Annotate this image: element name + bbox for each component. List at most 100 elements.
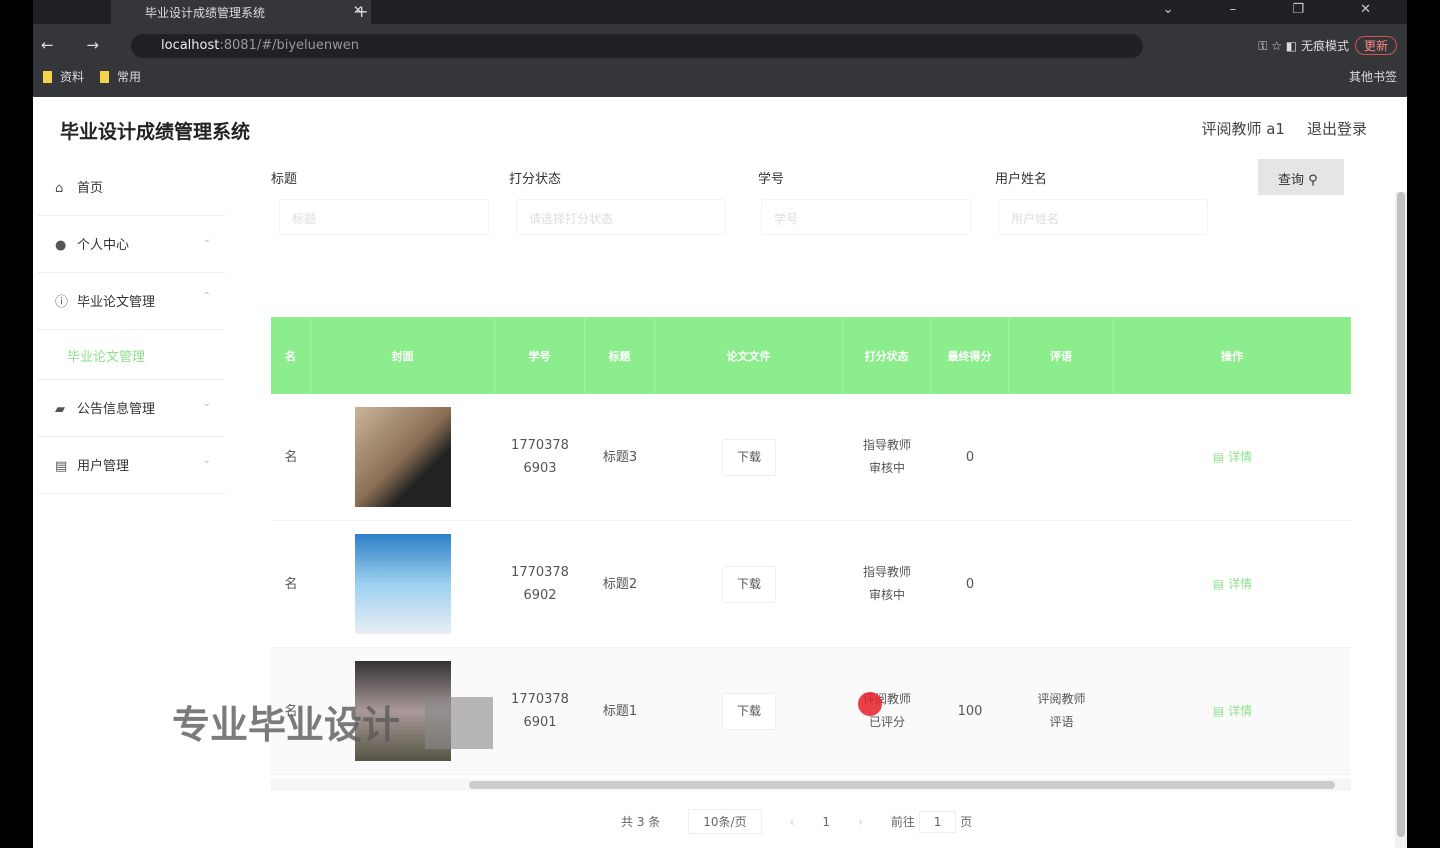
info-icon: ⓘ <box>55 295 69 310</box>
sidebar-item-thesis[interactable]: ⓘ 毕业论文管理 ⌃ <box>37 273 225 330</box>
column-header: 评语 <box>1009 317 1114 394</box>
chevron-up-icon: ⌃ <box>202 291 211 302</box>
user-label: 评阅教师 a1 <box>1201 120 1285 138</box>
status-select[interactable]: 请选择打分状态 <box>516 199 726 235</box>
message-icon: ▰ <box>55 402 65 417</box>
search-icon: ⚲ <box>1308 173 1318 188</box>
table-cell: 17703786901 <box>495 648 585 774</box>
table-cell: 下载 <box>655 648 843 774</box>
address-bar[interactable]: localhost:8081/#/biyeluenwen <box>131 34 1143 58</box>
table-cell: 下载 <box>655 521 843 647</box>
detail-button[interactable]: ▤ 详情 <box>1213 573 1252 596</box>
filter-label: 标题 <box>271 172 298 187</box>
sidebar-item-home[interactable]: ⌂ 首页 <box>37 159 225 216</box>
table-cell: 评阅教师评语 <box>1009 648 1114 774</box>
sidebar: ⌂ 首页 ● 个人中心 ⌄ ⓘ 毕业论文管理 ⌃ 毕业论文管理 ▰ 公告信息管理 ⌄ ▤ 用户管… <box>33 159 233 494</box>
query-button[interactable]: 查询 ⚲ <box>1258 159 1344 195</box>
table-cell: 17703786902 <box>495 521 585 647</box>
detail-button[interactable]: ▤ 详情 <box>1213 446 1252 469</box>
student-id: 17703786901 <box>511 692 569 730</box>
table-cell: 评阅教师已评分 <box>843 648 931 774</box>
window-controls[interactable]: ⌄ – ❐ ✕ <box>1163 2 1397 17</box>
title-input[interactable]: 标题 <box>279 199 489 235</box>
home-icon: ⌂ <box>55 181 64 196</box>
column-header: 名 <box>271 317 311 394</box>
detail-label: 详情 <box>1228 703 1253 718</box>
table-cell <box>311 521 495 647</box>
status-cell: 指导教师审核中 <box>862 565 911 602</box>
tab-title: 毕业设计成绩管理系统 <box>145 6 266 20</box>
other-bookmarks[interactable]: 其他书签 <box>1349 68 1397 85</box>
table-cell <box>311 394 495 520</box>
label: 公告信息管理 <box>77 402 156 417</box>
table-cell: 标题3 <box>585 394 655 520</box>
cursor-indicator <box>858 692 882 716</box>
score-cell: 100 <box>957 703 983 719</box>
table-cell: 0 <box>931 394 1009 520</box>
watermark: 专业毕业设计 <box>172 703 401 747</box>
goto-label: 前往 <box>890 815 915 829</box>
doc-icon: ▤ <box>55 459 68 474</box>
prev-page-icon[interactable]: ‹ <box>790 815 795 829</box>
sidebar-item-notice[interactable]: ▰ 公告信息管理 ⌄ <box>37 380 225 437</box>
sidebar-item-profile[interactable]: ● 个人中心 ⌄ <box>37 216 225 273</box>
column-header: 论文文件 <box>655 317 843 394</box>
sidebar-subitem-thesis[interactable]: 毕业论文管理 <box>37 330 225 380</box>
table-cell: ▤ 详情 <box>1114 521 1351 647</box>
browser-tab[interactable]: 毕业设计成绩管理系统 ✕ <box>111 0 371 24</box>
table-cell <box>1009 521 1114 647</box>
chevron-down-icon: ⌄ <box>202 398 211 409</box>
table-cell: 名 <box>271 521 311 647</box>
bookmark[interactable]: 资料 <box>43 70 84 84</box>
detail-button[interactable]: ▤ 详情 <box>1213 700 1252 723</box>
chevron-down-icon: ⌄ <box>202 234 211 245</box>
column-header: 学号 <box>495 317 585 394</box>
score-cell: 0 <box>965 576 975 592</box>
pagination: 共 3 条 10条/页 ‹ 1 › 前往 1 页 <box>621 809 972 834</box>
label: 用户管理 <box>77 459 130 474</box>
table-cell: 指导教师审核中 <box>843 394 931 520</box>
table-cell: 标题1 <box>585 648 655 774</box>
table-row: 名 17703786903 标题3 下载 指导教师审核中 0 ▤ 详情 <box>271 394 1351 521</box>
table-cell: 标题2 <box>585 521 655 647</box>
download-button[interactable]: 下载 <box>721 438 776 476</box>
student-id-input[interactable]: 学号 <box>761 199 971 235</box>
query-label: 查询 <box>1278 173 1305 188</box>
goto-input[interactable]: 1 <box>918 811 957 833</box>
title-cell: 标题1 <box>602 703 638 719</box>
total-count: 共 3 条 <box>621 815 661 829</box>
next-page-icon[interactable]: › <box>858 815 863 829</box>
logout-button[interactable]: 退出登录 <box>1307 120 1367 138</box>
page-size-select[interactable]: 10条/页 <box>688 809 762 834</box>
update-button[interactable]: 更新 <box>1354 36 1397 55</box>
browser-chrome: 毕业设计成绩管理系统 ✕ + ⌄ – ❐ ✕ ← → ↻ localhost:80… <box>33 0 1407 97</box>
detail-label: 详情 <box>1228 576 1253 591</box>
download-button[interactable]: 下载 <box>721 565 776 603</box>
filter-label: 用户姓名 <box>995 172 1048 187</box>
filter-label: 学号 <box>758 172 785 187</box>
new-tab-icon[interactable]: + <box>355 2 368 21</box>
label: 个人中心 <box>77 238 130 253</box>
status-cell: 指导教师审核中 <box>862 438 911 475</box>
column-header: 封面 <box>311 317 495 394</box>
page-number[interactable]: 1 <box>822 815 830 829</box>
username-input[interactable]: 用户姓名 <box>998 199 1208 235</box>
key-icon[interactable]: ⚿ <box>1258 39 1267 53</box>
download-button[interactable]: 下载 <box>721 692 776 730</box>
bookmark[interactable]: 常用 <box>100 70 141 84</box>
page-unit: 页 <box>960 815 973 829</box>
table-cell: 17703786903 <box>495 394 585 520</box>
label: 首页 <box>77 181 104 196</box>
url-path: :8081/#/biyeluenwen <box>219 38 359 53</box>
app-title: 毕业设计成绩管理系统 <box>60 121 251 143</box>
horizontal-scrollbar[interactable] <box>271 779 1351 791</box>
table-cell: 指导教师审核中 <box>843 521 931 647</box>
vertical-scrollbar[interactable] <box>1395 192 1407 848</box>
sidebar-item-users[interactable]: ▤ 用户管理 ⌄ <box>37 437 225 494</box>
table-cell: ▤ 详情 <box>1114 394 1351 520</box>
comment-cell: 评阅教师评语 <box>1037 692 1086 729</box>
title-cell: 标题2 <box>602 576 638 592</box>
cover-image <box>355 407 451 507</box>
table-cell: 100 <box>931 648 1009 774</box>
score-cell: 0 <box>965 449 975 465</box>
